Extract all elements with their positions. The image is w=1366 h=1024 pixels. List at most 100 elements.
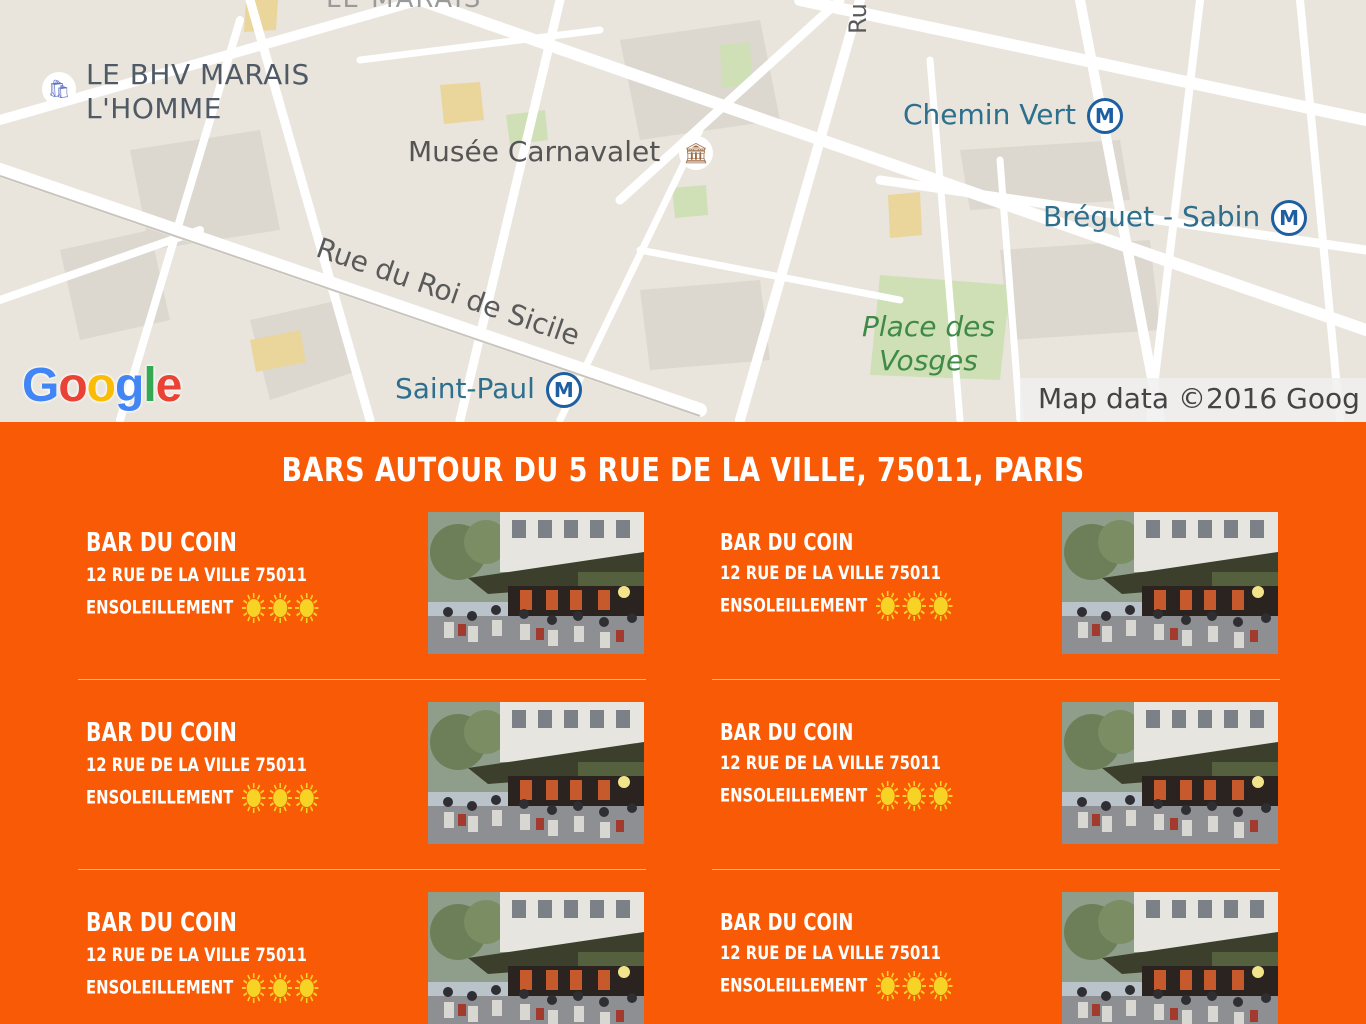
bar-name[interactable]: BAR DU COIN [720, 910, 955, 936]
map-label-bhv-line2: L'HOMME [86, 92, 222, 125]
bar-address: 12 RUE DE LA VILLE 75011 [720, 562, 941, 584]
map-label-place-des-vosges[interactable]: Place des Vosges [862, 310, 995, 378]
bar-card[interactable]: BAR DU COIN 12 RUE DE LA VILLE 75011 ENS… [78, 490, 646, 680]
sunshine-label: ENSOLEILLEMENT [86, 596, 234, 619]
results-section: BARS AUTOUR DU 5 RUE DE LA VILLE, 75011,… [0, 422, 1366, 1024]
map-label-bhv[interactable]: LE BHV MARAIS L'HOMME [86, 58, 310, 126]
bar-photo[interactable] [428, 892, 644, 1024]
bar-photo[interactable] [428, 702, 644, 844]
sun-icon [242, 593, 266, 623]
sunshine-label: ENSOLEILLEMENT [720, 974, 868, 997]
bar-address: 12 RUE DE LA VILLE 75011 [86, 754, 307, 776]
sun-icon [876, 971, 900, 1001]
bar-sunshine: ENSOLEILLEMENT [86, 592, 321, 624]
bar-photo[interactable] [428, 512, 644, 654]
map-label-chemin-vert-text: Chemin Vert [903, 98, 1076, 131]
bar-sunshine: ENSOLEILLEMENT [86, 782, 321, 814]
sun-icon [242, 783, 266, 813]
google-logo-letter: g [115, 359, 144, 412]
map-label-breguet-sabin[interactable]: Bréguet - Sabin M [1043, 200, 1308, 236]
bar-info: BAR DU COIN 12 RUE DE LA VILLE 75011 ENS… [86, 528, 387, 624]
sun-icon [929, 781, 953, 811]
map-label-musee-text: Musée Carnavalet [408, 135, 661, 168]
sunshine-rating [876, 780, 956, 812]
bar-photo-image [428, 512, 644, 654]
bar-sunshine: ENSOLEILLEMENT [86, 972, 321, 1004]
metro-icon: M [1271, 200, 1308, 236]
bar-sunshine: ENSOLEILLEMENT [720, 780, 955, 812]
bar-photo[interactable] [1062, 702, 1278, 844]
sun-icon [242, 973, 266, 1003]
sunshine-label: ENSOLEILLEMENT [720, 594, 868, 617]
metro-icon: M [1086, 98, 1123, 134]
results-title: BARS AUTOUR DU 5 RUE DE LA VILLE, 75011,… [281, 450, 1085, 489]
bar-card[interactable]: BAR DU COIN 12 RUE DE LA VILLE 75011 ENS… [712, 870, 1280, 1024]
bar-photo-image [1062, 512, 1278, 654]
google-logo-letter: o [86, 359, 116, 412]
bar-info: BAR DU COIN 12 RUE DE LA VILLE 75011 ENS… [86, 718, 387, 814]
bar-name[interactable]: BAR DU COIN [86, 528, 321, 558]
sunshine-rating [876, 590, 956, 622]
map-label-bhv-line1: LE BHV MARAIS [86, 58, 310, 91]
bar-info: BAR DU COIN 12 RUE DE LA VILLE 75011 ENS… [86, 908, 387, 1004]
sun-icon [929, 591, 953, 621]
bar-photo-image [1062, 892, 1278, 1024]
map-label-saint-paul-text: Saint-Paul [395, 372, 535, 405]
google-logo-letter: o [58, 359, 87, 412]
sunshine-label: ENSOLEILLEMENT [86, 786, 234, 809]
sun-icon [876, 591, 900, 621]
sun-icon [902, 591, 927, 621]
sun-icon [295, 593, 319, 623]
sunshine-rating [242, 972, 322, 1004]
sunshine-label: ENSOLEILLEMENT [720, 784, 868, 807]
sun-icon [929, 971, 953, 1001]
map-label-rue-partial: Ru [844, 3, 872, 34]
bar-sunshine: ENSOLEILLEMENT [720, 970, 955, 1002]
bar-card[interactable]: BAR DU COIN 12 RUE DE LA VILLE 75011 ENS… [78, 870, 646, 1024]
bar-name[interactable]: BAR DU COIN [720, 720, 955, 746]
sunshine-rating [242, 782, 322, 814]
sun-icon [295, 783, 319, 813]
bar-name[interactable]: BAR DU COIN [720, 530, 955, 556]
sun-icon [295, 973, 319, 1003]
bar-address: 12 RUE DE LA VILLE 75011 [86, 944, 307, 966]
bar-sunshine: ENSOLEILLEMENT [720, 590, 955, 622]
map-label-place-line1: Place des [862, 310, 995, 343]
bar-info: BAR DU COIN 12 RUE DE LA VILLE 75011 ENS… [720, 720, 1021, 812]
sun-icon [876, 781, 900, 811]
sun-icon [902, 781, 927, 811]
bar-address: 12 RUE DE LA VILLE 75011 [720, 752, 941, 774]
google-logo-letter: l [143, 359, 156, 412]
bar-card[interactable]: BAR DU COIN 12 RUE DE LA VILLE 75011 ENS… [712, 680, 1280, 870]
metro-icon: M [545, 372, 582, 408]
bar-address: 12 RUE DE LA VILLE 75011 [86, 564, 307, 586]
sunshine-rating [242, 592, 322, 624]
map-label-marais: LE MARAIS [326, 0, 482, 12]
map-label-saint-paul[interactable]: Saint-Paul M [395, 372, 582, 408]
map-label-musee[interactable]: Musée Carnavalet 🏛 [408, 135, 714, 170]
bar-card[interactable]: BAR DU COIN 12 RUE DE LA VILLE 75011 ENS… [712, 490, 1280, 680]
map-label-breguet-text: Bréguet - Sabin [1043, 200, 1261, 233]
map-attribution[interactable]: Map data ©2016 Goog [1020, 378, 1366, 422]
google-logo-letter: G [22, 359, 59, 412]
bar-photo[interactable] [1062, 892, 1278, 1024]
bar-photo-image [428, 892, 644, 1024]
sun-icon [902, 971, 927, 1001]
sunshine-label: ENSOLEILLEMENT [86, 976, 234, 999]
bar-info: BAR DU COIN 12 RUE DE LA VILLE 75011 ENS… [720, 530, 1021, 622]
google-logo-letter: e [155, 359, 183, 412]
bar-name[interactable]: BAR DU COIN [86, 908, 321, 938]
bar-card[interactable]: BAR DU COIN 12 RUE DE LA VILLE 75011 ENS… [78, 680, 646, 870]
sun-icon [268, 783, 293, 813]
shopping-bag-icon[interactable]: 🛍 [42, 72, 76, 106]
map-label-chemin-vert[interactable]: Chemin Vert M [903, 98, 1123, 134]
bar-photo[interactable] [1062, 512, 1278, 654]
sun-icon [268, 973, 293, 1003]
google-logo[interactable]: Google [22, 358, 183, 413]
bar-name[interactable]: BAR DU COIN [86, 718, 321, 748]
map-view[interactable]: LE MARAIS 🛍 LE BHV MARAIS L'HOMME Musée … [0, 0, 1366, 422]
bar-address: 12 RUE DE LA VILLE 75011 [720, 942, 941, 964]
museum-icon: 🏛 [679, 136, 714, 170]
bar-photo-image [428, 702, 644, 844]
sun-icon [268, 593, 293, 623]
